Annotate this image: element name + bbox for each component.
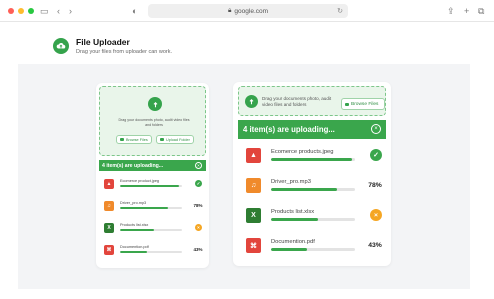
image-file-icon: ▲ [246, 148, 261, 163]
new-tab-icon[interactable]: + [464, 5, 469, 17]
progress-fill [271, 188, 337, 191]
excel-file-icon: X [246, 208, 261, 223]
drop-zone[interactable]: Drag your documents photo, audit video f… [238, 86, 386, 116]
upload-folder-label: Upload Folder [166, 137, 190, 142]
progress-percent: 78% [193, 203, 203, 208]
tabs-overview-icon[interactable]: ⧉ [478, 5, 484, 17]
file-name: Documention.pdf [271, 239, 315, 245]
progress-percent: 43% [368, 241, 382, 249]
file-icon [120, 138, 124, 141]
browse-files-label: Browse Files [351, 101, 379, 107]
pdf-file-icon: ⌘ [246, 238, 261, 253]
drop-instructions: Drag your documents photo, audit video f… [118, 118, 190, 127]
progress-bar [271, 158, 355, 161]
progress-bar [271, 218, 355, 221]
progress-fill [271, 248, 308, 251]
file-icon [345, 102, 349, 106]
upload-cloud-icon [148, 97, 162, 111]
progress-percent: 78% [368, 181, 382, 189]
upload-file-row: ▲ Ecomerce products.jpeg ✓ [246, 148, 384, 168]
upload-cloud-icon [245, 95, 258, 108]
upload-file-row: X Products list.xlsx × [104, 223, 204, 237]
complete-check-icon: ✓ [195, 180, 202, 187]
file-name: Driver_pro.mp3 [271, 179, 311, 185]
folder-icon [160, 138, 164, 141]
url-text: google.com [234, 7, 269, 15]
audio-file-icon: ♫ [104, 201, 114, 211]
upload-queue-header: 4 item(s) are uploading... × [99, 160, 206, 171]
progress-fill [271, 218, 319, 221]
progress-bar [120, 207, 182, 209]
excel-file-icon: X [104, 223, 114, 233]
pdf-file-icon: ⌘ [104, 245, 114, 255]
page-title: File Uploader [76, 37, 130, 47]
upload-file-row: ♫ Driver_pro.mp3 78% [104, 201, 204, 215]
address-bar[interactable]: 🔒︎ google.com ↻ [148, 4, 348, 18]
upload-queue-header: 4 item(s) are uploading... × [238, 120, 386, 139]
progress-fill [120, 229, 155, 231]
file-name: Products list.xlsx [271, 209, 315, 215]
drop-zone[interactable]: Drag your documents photo, audit video f… [99, 86, 206, 156]
uploader-card-compact: Drag your documents photo, audit video f… [96, 83, 209, 268]
browse-files-label: Browse Files [126, 137, 148, 142]
progress-bar [120, 185, 182, 187]
minimize-window-button[interactable] [18, 8, 24, 14]
progress-bar [120, 251, 182, 253]
close-window-button[interactable] [8, 8, 14, 14]
reload-icon[interactable]: ↻ [337, 7, 343, 15]
cancel-upload-icon[interactable]: × [195, 224, 202, 231]
browse-files-button[interactable]: Browse Files [341, 98, 385, 110]
upload-file-row: ♫ Driver_pro.mp3 78% [246, 178, 384, 198]
progress-fill [120, 207, 169, 209]
audio-file-icon: ♫ [246, 178, 261, 193]
browse-files-button[interactable]: Browse Files [116, 135, 152, 144]
uploader-card-expanded: Drag your documents photo, audit video f… [233, 82, 391, 266]
upload-file-row: ⌘ Documention.pdf 43% [246, 238, 384, 258]
complete-check-icon: ✓ [370, 149, 382, 161]
share-icon[interactable]: ⇪ [447, 5, 455, 17]
browser-toolbar: ▭ ‹ › ◐ 🔒︎ google.com ↻ ⇪ + ⧉ [0, 0, 494, 22]
progress-bar [271, 248, 355, 251]
file-name: Driver_pro.mp3 [120, 201, 147, 205]
cancel-upload-icon[interactable]: × [370, 209, 382, 221]
upload-file-row: ⌘ Documention.pdf 43% [104, 245, 204, 259]
image-file-icon: ▲ [104, 179, 114, 189]
upload-file-row: X Products list.xlsx × [246, 208, 384, 228]
file-name: Ecomerce product.jpeg [120, 179, 160, 183]
window-controls [8, 8, 34, 14]
app-cloud-icon [53, 38, 69, 54]
upload-folder-button[interactable]: Upload Folder [156, 135, 194, 144]
progress-bar [271, 188, 355, 191]
file-name: Documention.pdf [120, 245, 149, 249]
forward-icon[interactable]: › [69, 5, 72, 17]
privacy-icon[interactable]: ◐ [132, 5, 137, 17]
upload-file-row: ▲ Ecomerce product.jpeg ✓ [104, 179, 204, 193]
drop-instructions: Drag your documents photo, audit video f… [262, 96, 332, 107]
back-icon[interactable]: ‹ [57, 5, 60, 17]
upload-queue-title: 4 item(s) are uploading... [102, 162, 164, 169]
upload-queue-title: 4 item(s) are uploading... [243, 125, 335, 134]
close-icon[interactable]: × [195, 162, 202, 169]
progress-bar [120, 229, 182, 231]
progress-fill [120, 185, 179, 187]
progress-percent: 43% [193, 247, 203, 252]
close-icon[interactable]: × [371, 124, 381, 134]
maximize-window-button[interactable] [28, 8, 34, 14]
progress-fill [271, 158, 353, 161]
sidebar-icon[interactable]: ▭ [40, 5, 49, 17]
file-name: Ecomerce products.jpeg [271, 149, 334, 155]
file-name: Products list.xlsx [120, 223, 149, 227]
progress-fill [120, 251, 147, 253]
page-subtitle: Drag your files from uploader can work. [76, 49, 172, 55]
lock-icon: 🔒︎ [227, 7, 232, 14]
